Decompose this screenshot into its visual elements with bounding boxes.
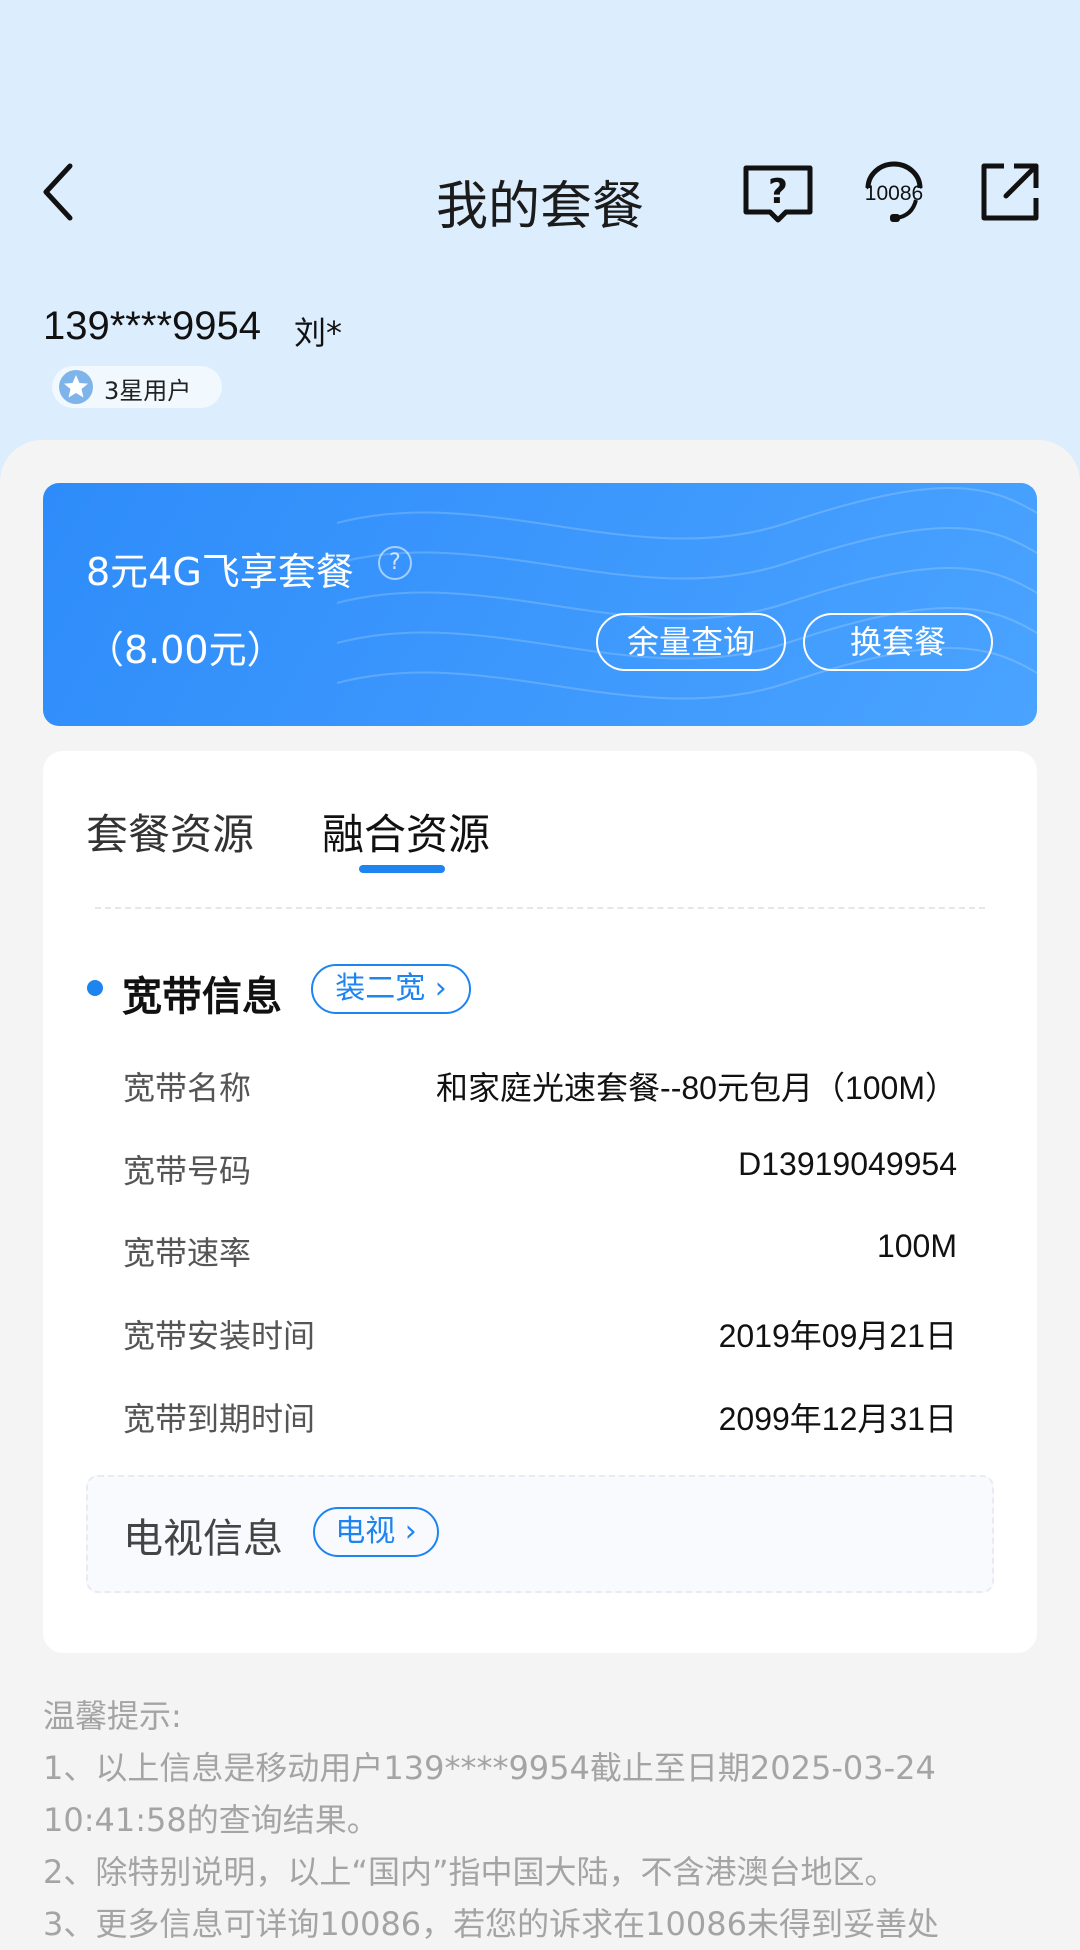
resource-card: 套餐资源 融合资源 宽带信息 装二宽 › 宽带名称 和家庭光速套餐--80元包月… — [43, 751, 1037, 1653]
header-background — [0, 0, 1080, 480]
plan-card: 8元4G飞享套餐 ? （8.00元） 余量查询 换套餐 — [43, 483, 1037, 726]
broadband-section-title: 宽带信息 — [122, 974, 282, 1020]
broadband-speed-value: 100M — [876, 1228, 957, 1264]
broadband-expiry-row: 宽带到期时间 2099年12月31日 — [123, 1394, 957, 1444]
broadband-expiry-label: 宽带到期时间 — [123, 1400, 316, 1438]
tips-line: 1、以上信息是移动用户139****9954截止至日期2025-03-24 — [43, 1749, 936, 1787]
tab-converged-resources[interactable]: 融合资源 — [322, 801, 490, 862]
user-name: 刘* — [294, 314, 343, 352]
broadband-number-value: D13919049954 — [738, 1146, 957, 1182]
wave-pattern — [337, 487, 1037, 700]
star-icon — [59, 370, 93, 404]
divider — [95, 907, 985, 909]
tips-line: 2、除特别说明，以上“国内”指中国大陆，不含港澳台地区。 — [43, 1853, 897, 1891]
active-tab-indicator — [359, 865, 445, 873]
tips-line: 10:41:58的查询结果。 — [43, 1801, 379, 1839]
help-book-icon[interactable]: ? — [742, 160, 814, 224]
tips-line: 3、更多信息可详询10086，若您的诉求在10086未得到妥善处 — [43, 1905, 939, 1943]
tv-section-title: 电视信息 — [123, 1516, 283, 1562]
add-second-broadband-label: 装二宽 — [335, 971, 426, 1006]
broadband-install-value: 2019年09月21日 — [718, 1318, 957, 1354]
section-bullet — [87, 980, 103, 996]
tv-button[interactable]: 电视 › — [313, 1507, 439, 1557]
tips-section: 温馨提示: 1、以上信息是移动用户139****9954截止至日期2025-03… — [43, 1690, 1043, 1950]
broadband-speed-label: 宽带速率 — [123, 1234, 252, 1272]
broadband-install-row: 宽带安装时间 2019年09月21日 — [123, 1311, 957, 1361]
balance-query-button[interactable]: 余量查询 — [596, 613, 786, 671]
share-icon[interactable] — [978, 160, 1042, 224]
broadband-name-row: 宽带名称 和家庭光速套餐--80元包月（100M） — [123, 1063, 957, 1113]
tab-package-resources[interactable]: 套餐资源 — [86, 801, 254, 862]
add-second-broadband-button[interactable]: 装二宽 › — [311, 964, 471, 1014]
broadband-number-label: 宽带号码 — [123, 1152, 252, 1190]
broadband-install-label: 宽带安装时间 — [123, 1317, 316, 1355]
customer-service-icon[interactable]: 10086 — [856, 160, 932, 224]
broadband-name-value: 和家庭光速套餐--80元包月（100M） — [436, 1070, 957, 1106]
nav-bar: 我的套餐 ? 10086 — [0, 140, 1080, 240]
star-level-text: 3星用户 — [104, 377, 192, 405]
plan-price: （8.00元） — [86, 628, 285, 672]
chevron-right-icon: › — [395, 1514, 417, 1549]
star-level-badge: 3星用户 — [52, 366, 222, 408]
svg-text:?: ? — [768, 172, 788, 212]
plan-name: 8元4G飞享套餐 — [86, 550, 354, 594]
change-plan-button[interactable]: 换套餐 — [803, 613, 993, 671]
chevron-right-icon: › — [425, 971, 447, 1006]
plan-help-icon[interactable]: ? — [378, 546, 412, 580]
broadband-name-label: 宽带名称 — [123, 1069, 252, 1107]
tv-button-label: 电视 — [335, 1514, 396, 1549]
user-phone-number: 139****9954 — [43, 304, 261, 348]
broadband-number-row: 宽带号码 D13919049954 — [123, 1146, 957, 1196]
tips-heading: 温馨提示: — [43, 1697, 182, 1735]
broadband-speed-row: 宽带速率 100M — [123, 1228, 957, 1278]
broadband-expiry-value: 2099年12月31日 — [718, 1401, 957, 1437]
service-number-text: 10086 — [865, 182, 923, 205]
